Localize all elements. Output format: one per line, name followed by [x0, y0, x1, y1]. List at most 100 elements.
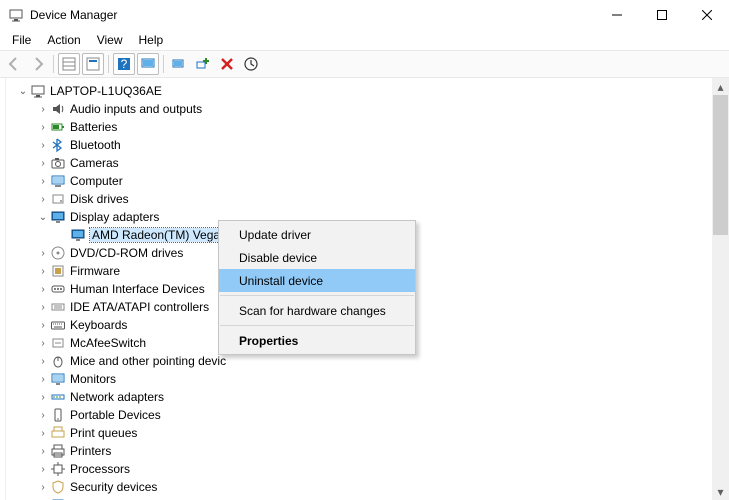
expand-icon[interactable]: ›: [36, 158, 50, 169]
keyboard-icon: [50, 317, 66, 333]
battery-icon: [50, 119, 66, 135]
context-menu-item-0[interactable]: Update driver: [219, 223, 415, 246]
expand-icon[interactable]: ›: [36, 374, 50, 385]
tree-item-label: Bluetooth: [70, 138, 121, 152]
help-button[interactable]: ?: [113, 53, 135, 75]
context-menu[interactable]: Update driverDisable deviceUninstall dev…: [218, 220, 416, 355]
app-icon: [8, 7, 24, 23]
show-hidden-button[interactable]: [58, 53, 80, 75]
tree-item-cat-15[interactable]: › Network adapters: [16, 388, 712, 406]
expand-icon[interactable]: ›: [36, 248, 50, 259]
tree-item-cat-16[interactable]: › Portable Devices: [16, 406, 712, 424]
computer-button[interactable]: [137, 53, 159, 75]
expand-icon[interactable]: ›: [36, 320, 50, 331]
expand-icon[interactable]: ›: [36, 104, 50, 115]
expand-icon[interactable]: ›: [36, 446, 50, 457]
tree-item-label: Disk drives: [70, 192, 129, 206]
menu-action[interactable]: Action: [39, 31, 88, 49]
tree-item-cat-14[interactable]: › Monitors: [16, 370, 712, 388]
collapse-icon[interactable]: ⌄: [16, 86, 30, 97]
tree-item-cat-19[interactable]: › Processors: [16, 460, 712, 478]
tree-item-cat-1[interactable]: ›Batteries: [16, 118, 712, 136]
tree-item-cat-18[interactable]: › Printers: [16, 442, 712, 460]
maximize-button[interactable]: [639, 0, 684, 30]
scrollbar[interactable]: ▴ ▾: [712, 78, 729, 500]
tree-item-label: Firmware: [70, 264, 120, 278]
scroll-thumb[interactable]: [713, 95, 728, 235]
expand-icon[interactable]: ›: [36, 428, 50, 439]
remove-device-button[interactable]: [216, 53, 238, 75]
add-device-button[interactable]: [192, 53, 214, 75]
context-menu-separator: [220, 325, 414, 326]
computer-icon: [50, 173, 66, 189]
menu-help[interactable]: Help: [131, 31, 172, 49]
context-menu-item-2[interactable]: Uninstall device: [219, 269, 415, 292]
expand-icon[interactable]: ›: [36, 284, 50, 295]
tree-item-cat-2[interactable]: › Bluetooth: [16, 136, 712, 154]
titlebar: Device Manager: [0, 0, 729, 30]
context-menu-item-1[interactable]: Disable device: [219, 246, 415, 269]
context-menu-separator: [220, 295, 414, 296]
properties-button[interactable]: [82, 53, 104, 75]
tree-item-label: Processors: [70, 462, 130, 476]
scroll-down-button[interactable]: ▾: [712, 483, 729, 500]
expand-icon[interactable]: ›: [36, 194, 50, 205]
display-icon: [70, 227, 86, 243]
svg-text:?: ?: [121, 57, 128, 71]
expand-icon[interactable]: ›: [36, 338, 50, 349]
forward-button[interactable]: [27, 53, 49, 75]
expand-icon[interactable]: ›: [36, 392, 50, 403]
tree-item-label: Network adapters: [70, 390, 164, 404]
tree-item-cat-4[interactable]: › Computer: [16, 172, 712, 190]
tree-item-label: Computer: [70, 174, 123, 188]
tree-item-cat-17[interactable]: ›Print queues: [16, 424, 712, 442]
expand-icon[interactable]: ›: [36, 176, 50, 187]
menu-file[interactable]: File: [4, 31, 39, 49]
tree-item-label: Human Interface Devices: [70, 282, 205, 296]
menu-view[interactable]: View: [89, 31, 131, 49]
tree-item-label: Security devices: [70, 480, 157, 494]
expand-icon[interactable]: ›: [36, 482, 50, 493]
tree-item-cat-3[interactable]: ›Cameras: [16, 154, 712, 172]
menubar: File Action View Help: [0, 30, 729, 50]
scan-button[interactable]: [168, 53, 190, 75]
back-button[interactable]: [3, 53, 25, 75]
expand-icon[interactable]: ›: [36, 356, 50, 367]
close-button[interactable]: [684, 0, 729, 30]
tree-item-cat-0[interactable]: ›Audio inputs and outputs: [16, 100, 712, 118]
context-menu-item-4[interactable]: Scan for hardware changes: [219, 299, 415, 322]
collapse-icon[interactable]: ⌄: [36, 212, 50, 223]
tree-item-label: Portable Devices: [70, 408, 161, 422]
expand-icon[interactable]: ›: [36, 302, 50, 313]
firmware-icon: [50, 263, 66, 279]
expand-icon[interactable]: ›: [36, 464, 50, 475]
expand-icon[interactable]: ›: [36, 266, 50, 277]
window-controls: [594, 0, 729, 30]
tree-item-label: LAPTOP-L1UQ36AE: [50, 84, 162, 98]
tree-item-cat-5[interactable]: › Disk drives: [16, 190, 712, 208]
network-icon: [50, 389, 66, 405]
printer-icon: [50, 443, 66, 459]
tree-item-cat-21[interactable]: ›Software components: [16, 496, 712, 500]
tree-item-label: Mice and other pointing devic: [70, 354, 226, 368]
processor-icon: [50, 461, 66, 477]
tree-item-root[interactable]: ⌄ LAPTOP-L1UQ36AE: [16, 82, 712, 100]
expand-icon[interactable]: ›: [36, 410, 50, 421]
switch-icon: [50, 335, 66, 351]
expand-icon[interactable]: ›: [36, 140, 50, 151]
security-icon: [50, 479, 66, 495]
root-icon: [30, 83, 46, 99]
mouse-icon: [50, 353, 66, 369]
context-menu-item-6[interactable]: Properties: [219, 329, 415, 352]
tree-item-label: McAfeeSwitch: [70, 336, 146, 350]
scroll-up-button[interactable]: ▴: [712, 78, 729, 95]
minimize-button[interactable]: [594, 0, 639, 30]
ide-icon: [50, 299, 66, 315]
tree-item-label: Printers: [70, 444, 111, 458]
tree-item-label: Monitors: [70, 372, 116, 386]
toolbar: ?: [0, 50, 729, 78]
expand-icon[interactable]: ›: [36, 122, 50, 133]
tree-item-cat-20[interactable]: › Security devices: [16, 478, 712, 496]
update-button[interactable]: [240, 53, 262, 75]
monitor-icon: [50, 371, 66, 387]
